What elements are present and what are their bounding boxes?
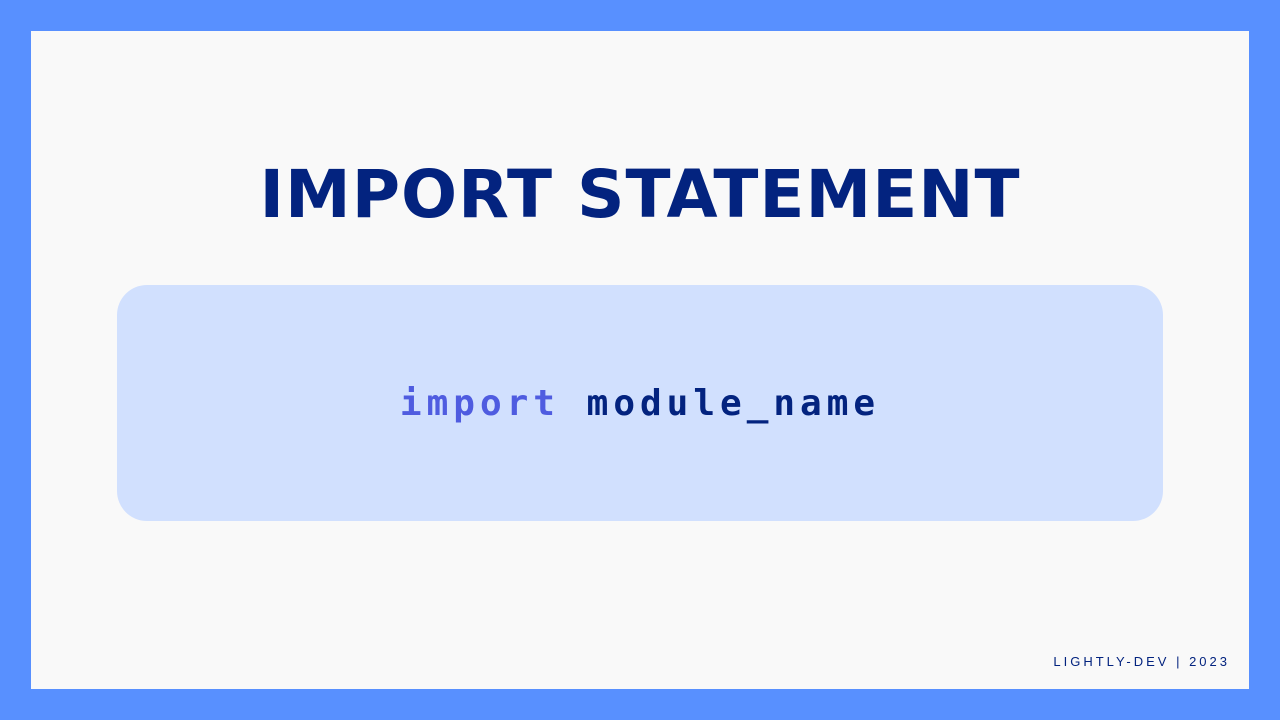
- code-line: import module_name: [400, 383, 880, 424]
- slide-title: IMPORT STATEMENT: [259, 156, 1021, 233]
- code-keyword: import: [399, 382, 560, 424]
- code-block: import module_name: [117, 285, 1163, 521]
- code-identifier: module_name: [586, 382, 881, 424]
- footer-credit: LIGHTLY-DEV | 2023: [1053, 654, 1230, 669]
- slide-canvas: IMPORT STATEMENT import module_name LIGH…: [31, 31, 1249, 689]
